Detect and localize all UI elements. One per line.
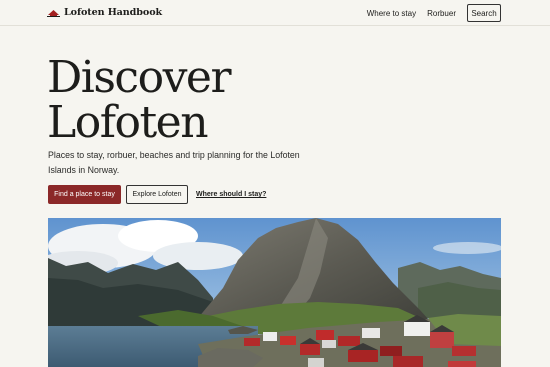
main-nav: Where to stay Rorbuer Search bbox=[367, 4, 501, 22]
lofoten-landscape-photo bbox=[48, 218, 501, 367]
explore-lofoten-button[interactable]: Explore Lofoten bbox=[126, 185, 188, 204]
search-button[interactable]: Search bbox=[467, 4, 501, 22]
where-should-i-stay-link[interactable]: Where should I stay? bbox=[196, 191, 266, 198]
hero-subtitle: Places to stay, rorbuer, beaches and tri… bbox=[48, 150, 300, 175]
find-place-button[interactable]: Find a place to stay bbox=[48, 185, 121, 204]
brand-name: Lofoten Handbook bbox=[64, 7, 163, 18]
nav-link-where-to-stay[interactable]: Where to stay bbox=[367, 9, 416, 18]
hero-title-line-2: Lofoten bbox=[47, 97, 209, 148]
cta-row: Find a place to stay Explore Lofoten Whe… bbox=[48, 185, 266, 204]
hero-title: Discover Lofoten bbox=[47, 52, 232, 148]
site-header: Lofoten Handbook Where to stay Rorbuer S… bbox=[0, 0, 550, 26]
red-cabin-icon bbox=[47, 9, 60, 17]
nav-link-rorbuer[interactable]: Rorbuer bbox=[427, 9, 456, 18]
brand-logo-link[interactable]: Lofoten Handbook bbox=[47, 7, 162, 18]
hero-title-line-1: Discover bbox=[47, 52, 232, 103]
